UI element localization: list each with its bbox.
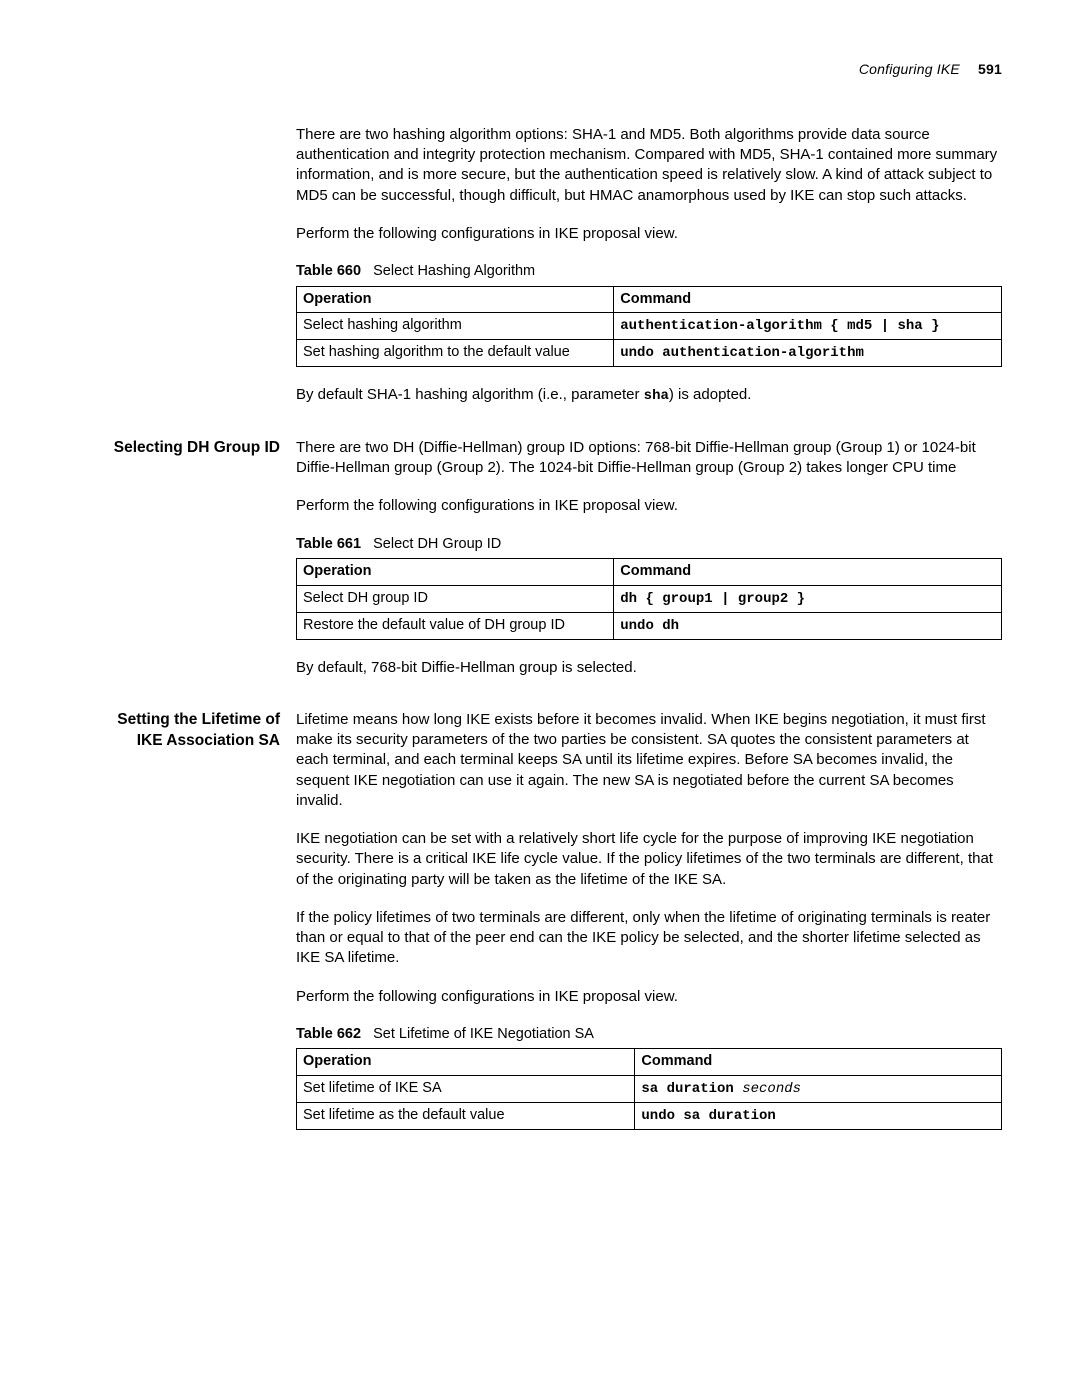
table-row: Restore the default value of DH group ID… [297,612,1002,639]
table-caption: Table 660 Select Hashing Algorithm [296,262,1002,282]
col-operation: Operation [297,1049,635,1076]
cell-command: authentication-algorithm { md5 | sha } [614,313,1002,340]
table-lifetime: Operation Command Set lifetime of IKE SA… [296,1048,1002,1129]
cell-command: undo authentication-algorithm [614,340,1002,367]
main-content-hashing: There are two hashing algorithm options:… [296,125,1002,424]
page-number: 591 [978,61,1002,77]
main-content-lifetime: Lifetime means how long IKE exists befor… [296,710,1002,1148]
table-dh: Operation Command Select DH group ID dh … [296,558,1002,639]
cell-operation: Select DH group ID [297,585,614,612]
paragraph: There are two hashing algorithm options:… [296,125,1002,206]
table-label: Table 662 [296,1026,361,1042]
table-row: Set hashing algorithm to the default val… [297,340,1002,367]
running-header: Configuring IKE 591 [78,60,1002,79]
side-heading-dh: Selecting DH Group ID [78,438,296,696]
table-caption: Table 661 Select DH Group ID [296,535,1002,555]
side-heading-empty [78,125,296,424]
table-hashing: Operation Command Select hashing algorit… [296,286,1002,367]
table-row: Operation Command [297,559,1002,586]
table-title: Set Lifetime of IKE Negotiation SA [373,1026,594,1042]
table-row: Select hashing algorithm authentication-… [297,313,1002,340]
cell-operation: Set lifetime of IKE SA [297,1075,635,1102]
table-title: Select DH Group ID [373,536,501,552]
cell-operation: Set lifetime as the default value [297,1102,635,1129]
cell-command: sa duration seconds [635,1075,1002,1102]
side-heading-lifetime: Setting the Lifetime of IKE Association … [78,710,296,1148]
section-dh-group: Selecting DH Group ID There are two DH (… [78,438,1002,696]
section-name: Configuring IKE [859,61,960,77]
paragraph: IKE negotiation can be set with a relati… [296,829,1002,890]
cell-command: undo dh [614,612,1002,639]
cell-operation: Restore the default value of DH group ID [297,612,614,639]
cell-operation: Select hashing algorithm [297,313,614,340]
paragraph: There are two DH (Diffie-Hellman) group … [296,438,1002,479]
table-row: Set lifetime of IKE SA sa duration secon… [297,1075,1002,1102]
paragraph: Lifetime means how long IKE exists befor… [296,710,1002,811]
table-row: Operation Command [297,1049,1002,1076]
section-lifetime: Setting the Lifetime of IKE Association … [78,710,1002,1148]
document-page: Configuring IKE 591 There are two hashin… [0,0,1080,1397]
col-command: Command [614,286,1002,313]
cell-command: undo sa duration [635,1102,1002,1129]
section-hashing: There are two hashing algorithm options:… [78,125,1002,424]
paragraph: Perform the following configurations in … [296,224,1002,244]
col-command: Command [614,559,1002,586]
table-label: Table 660 [296,263,361,279]
col-operation: Operation [297,286,614,313]
main-content-dh: There are two DH (Diffie-Hellman) group … [296,438,1002,696]
paragraph: Perform the following configurations in … [296,987,1002,1007]
col-command: Command [635,1049,1002,1076]
table-row: Set lifetime as the default value undo s… [297,1102,1002,1129]
table-row: Operation Command [297,286,1002,313]
table-caption: Table 662 Set Lifetime of IKE Negotiatio… [296,1025,1002,1045]
cell-operation: Set hashing algorithm to the default val… [297,340,614,367]
col-operation: Operation [297,559,614,586]
paragraph: If the policy lifetimes of two terminals… [296,908,1002,969]
cell-command: dh { group1 | group2 } [614,585,1002,612]
paragraph: By default SHA-1 hashing algorithm (i.e.… [296,385,1002,406]
table-row: Select DH group ID dh { group1 | group2 … [297,585,1002,612]
table-label: Table 661 [296,536,361,552]
paragraph: Perform the following configurations in … [296,496,1002,516]
paragraph: By default, 768-bit Diffie-Hellman group… [296,658,1002,678]
table-title: Select Hashing Algorithm [373,263,535,279]
